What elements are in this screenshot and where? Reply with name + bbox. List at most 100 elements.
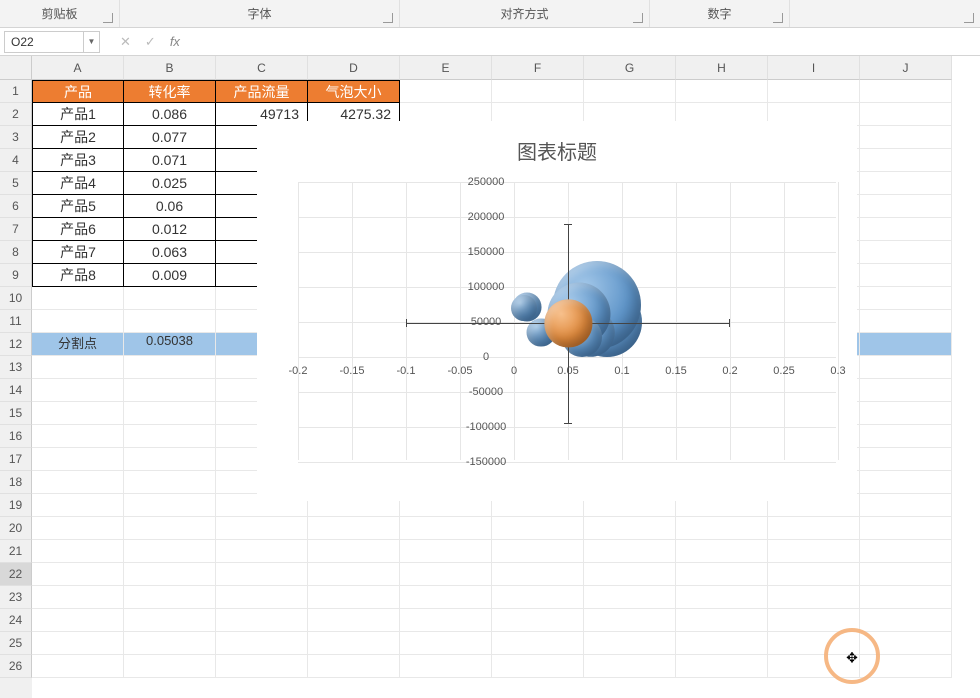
cell-G23[interactable] (584, 586, 676, 609)
cell-A25[interactable] (32, 632, 124, 655)
cell-A6[interactable]: 产品5 (32, 195, 124, 218)
row-header-17[interactable]: 17 (0, 448, 32, 471)
cell-G1[interactable] (584, 80, 676, 103)
row-header-1[interactable]: 1 (0, 80, 32, 103)
cell-J4[interactable] (860, 149, 952, 172)
cell-F24[interactable] (492, 609, 584, 632)
bubble-point[interactable] (545, 300, 592, 347)
cell-E24[interactable] (400, 609, 492, 632)
cell-D1[interactable]: 气泡大小 (308, 80, 400, 103)
formula-bar[interactable] (188, 31, 976, 53)
cell-B10[interactable] (124, 287, 216, 310)
cell-B19[interactable] (124, 494, 216, 517)
cell-B20[interactable] (124, 517, 216, 540)
cell-B16[interactable] (124, 425, 216, 448)
cell-J8[interactable] (860, 241, 952, 264)
fx-icon[interactable]: fx (170, 34, 180, 49)
cell-E22[interactable] (400, 563, 492, 586)
cancel-icon[interactable]: ✕ (120, 34, 131, 50)
row-header-26[interactable]: 26 (0, 655, 32, 678)
cell-G22[interactable] (584, 563, 676, 586)
cell-J24[interactable] (860, 609, 952, 632)
row-header-14[interactable]: 14 (0, 379, 32, 402)
cell-B4[interactable]: 0.071 (124, 149, 216, 172)
cell-I21[interactable] (768, 540, 860, 563)
cell-J20[interactable] (860, 517, 952, 540)
cell-H1[interactable] (676, 80, 768, 103)
column-header-B[interactable]: B (124, 56, 216, 80)
cell-J22[interactable] (860, 563, 952, 586)
cell-F23[interactable] (492, 586, 584, 609)
cell-B13[interactable] (124, 356, 216, 379)
column-header-C[interactable]: C (216, 56, 308, 80)
column-header-F[interactable]: F (492, 56, 584, 80)
cell-B2[interactable]: 0.086 (124, 103, 216, 126)
cell-J9[interactable] (860, 264, 952, 287)
cell-B1[interactable]: 转化率 (124, 80, 216, 103)
cell-A12[interactable]: 分割点 (32, 333, 124, 356)
cell-D20[interactable] (308, 517, 400, 540)
cell-F22[interactable] (492, 563, 584, 586)
row-header-23[interactable]: 23 (0, 586, 32, 609)
cell-B25[interactable] (124, 632, 216, 655)
cell-A4[interactable]: 产品3 (32, 149, 124, 172)
row-header-16[interactable]: 16 (0, 425, 32, 448)
row-header-3[interactable]: 3 (0, 126, 32, 149)
cell-J14[interactable] (860, 379, 952, 402)
row-header-25[interactable]: 25 (0, 632, 32, 655)
cell-A24[interactable] (32, 609, 124, 632)
cell-J11[interactable] (860, 310, 952, 333)
cell-A19[interactable] (32, 494, 124, 517)
cell-A14[interactable] (32, 379, 124, 402)
cell-G25[interactable] (584, 632, 676, 655)
cell-H24[interactable] (676, 609, 768, 632)
cell-E20[interactable] (400, 517, 492, 540)
row-header-8[interactable]: 8 (0, 241, 32, 264)
cell-J6[interactable] (860, 195, 952, 218)
row-header-19[interactable]: 19 (0, 494, 32, 517)
row-header-7[interactable]: 7 (0, 218, 32, 241)
cell-B12[interactable]: 0.05038 (124, 333, 216, 356)
row-header-10[interactable]: 10 (0, 287, 32, 310)
cell-I23[interactable] (768, 586, 860, 609)
cell-F26[interactable] (492, 655, 584, 678)
row-header-12[interactable]: 12 (0, 333, 32, 356)
chart-title[interactable]: 图表标题 (258, 136, 856, 165)
ribbon-group-alignment[interactable]: 对齐方式 (400, 0, 650, 27)
cell-B15[interactable] (124, 402, 216, 425)
row-header-6[interactable]: 6 (0, 195, 32, 218)
cell-D24[interactable] (308, 609, 400, 632)
cell-A1[interactable]: 产品 (32, 80, 124, 103)
embedded-chart[interactable]: 图表标题 -150000-100000-50000050000100000150… (257, 121, 857, 501)
name-box-dropdown[interactable]: ▼ (84, 31, 100, 53)
column-header-E[interactable]: E (400, 56, 492, 80)
cell-G24[interactable] (584, 609, 676, 632)
cell-J12[interactable] (860, 333, 952, 356)
cell-J2[interactable] (860, 103, 952, 126)
cell-J18[interactable] (860, 471, 952, 494)
cell-A20[interactable] (32, 517, 124, 540)
row-header-18[interactable]: 18 (0, 471, 32, 494)
cell-J15[interactable] (860, 402, 952, 425)
cell-A18[interactable] (32, 471, 124, 494)
name-box[interactable]: O22 (4, 31, 84, 53)
column-header-I[interactable]: I (768, 56, 860, 80)
cell-A17[interactable] (32, 448, 124, 471)
row-header-11[interactable]: 11 (0, 310, 32, 333)
cell-D21[interactable] (308, 540, 400, 563)
cell-I20[interactable] (768, 517, 860, 540)
cell-C26[interactable] (216, 655, 308, 678)
cell-J7[interactable] (860, 218, 952, 241)
cell-B5[interactable]: 0.025 (124, 172, 216, 195)
column-header-J[interactable]: J (860, 56, 952, 80)
cell-A26[interactable] (32, 655, 124, 678)
cell-H26[interactable] (676, 655, 768, 678)
cell-B9[interactable]: 0.009 (124, 264, 216, 287)
cell-A10[interactable] (32, 287, 124, 310)
cell-H23[interactable] (676, 586, 768, 609)
cell-J1[interactable] (860, 80, 952, 103)
cell-A11[interactable] (32, 310, 124, 333)
cell-F25[interactable] (492, 632, 584, 655)
cell-G21[interactable] (584, 540, 676, 563)
cell-E25[interactable] (400, 632, 492, 655)
